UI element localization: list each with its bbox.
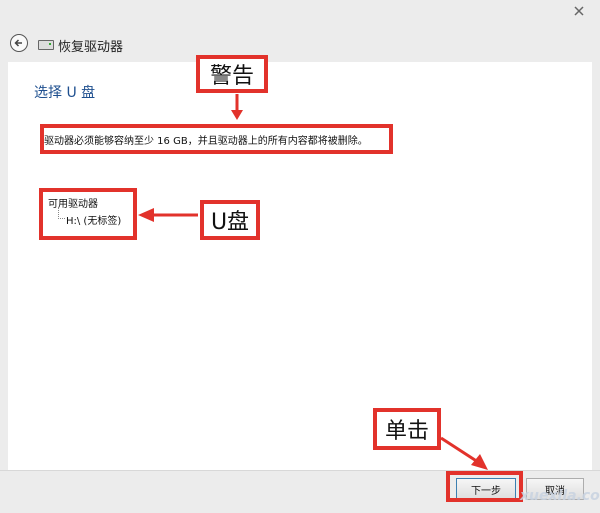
usb-arrow [138, 208, 198, 222]
click-arrow [440, 436, 488, 470]
watermark: xuexila.com [520, 488, 600, 504]
warning-arrow [231, 94, 243, 120]
annotation-arrows [138, 94, 488, 470]
